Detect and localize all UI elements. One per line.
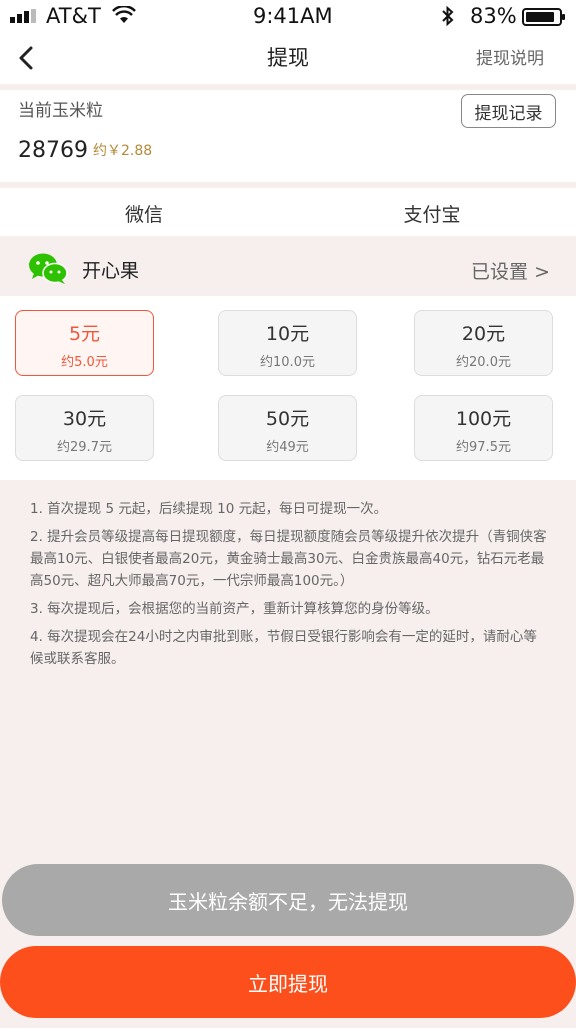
wechat-icon [29, 253, 68, 284]
amount-option-100[interactable]: 100元 约97.5元 [414, 395, 553, 461]
insufficient-balance-button[interactable]: 玉米粒余额不足，无法提现 [2, 864, 574, 936]
nav-bar: 提现 提现说明 [0, 34, 576, 84]
rule-text: 4. 每次提现会在24小时之内审批到账，节假日受银行影响会有一定的延时，请耐心等… [30, 629, 537, 667]
signal-icon [10, 9, 36, 23]
amount-value: 100元 [455, 408, 512, 430]
account-status: 已设置 > [471, 261, 550, 283]
carrier-label: AT&T [46, 4, 101, 28]
withdraw-now-button[interactable]: 立即提现 [0, 946, 576, 1018]
amount-option-5[interactable]: 5元 约5.0元 [15, 310, 154, 376]
battery-icon [522, 8, 565, 26]
payment-tabs: 微信 支付宝 [0, 188, 576, 236]
amount-approx: 约29.7元 [57, 440, 112, 455]
amount-option-50[interactable]: 50元 约49元 [218, 395, 357, 461]
balance-card: 当前玉米粒 28769 约￥2.88 提现记录 [0, 90, 576, 182]
balance-approx: 约￥2.88 [93, 143, 153, 159]
account-name: 开心果 [82, 260, 140, 282]
amount-option-10[interactable]: 10元 约10.0元 [218, 310, 357, 376]
amount-value: 5元 [68, 323, 101, 345]
withdraw-records-button[interactable]: 提现记录 [461, 94, 556, 128]
withdraw-rules: 1. 首次提现 5 元起，后续提现 10 元起，每日可提现一次。 2. 提升会员… [30, 498, 550, 676]
amount-approx: 约20.0元 [456, 355, 511, 370]
clock: 9:41AM [253, 4, 333, 28]
battery-percent: 83% [470, 4, 517, 28]
balance-label: 当前玉米粒 [18, 101, 103, 121]
amount-approx: 约97.5元 [456, 440, 511, 455]
amount-value: 50元 [265, 408, 310, 430]
status-bar: AT&T 9:41AM 83% [0, 0, 576, 34]
tab-alipay[interactable]: 支付宝 [288, 200, 576, 227]
amount-option-30[interactable]: 30元 约29.7元 [15, 395, 154, 461]
withdraw-help-link[interactable]: 提现说明 [476, 44, 544, 69]
amount-value: 30元 [62, 408, 107, 430]
amount-approx: 约10.0元 [260, 355, 315, 370]
account-row[interactable]: 开心果 已设置 > [0, 238, 576, 296]
rule-text: 1. 首次提现 5 元起，后续提现 10 元起，每日可提现一次。 [30, 501, 388, 517]
amount-grid: 5元 约5.0元 10元 约10.0元 20元 约20.0元 30元 约29.7… [0, 296, 576, 480]
amount-approx: 约5.0元 [61, 355, 108, 370]
wifi-icon [112, 6, 136, 23]
rule-text: 2. 提升会员等级提高每日提现额度，每日提现额度随会员等级提升依次提升（青铜侠客… [30, 529, 547, 589]
balance-value: 28769 [18, 138, 88, 163]
amount-value: 10元 [265, 323, 310, 345]
amount-option-20[interactable]: 20元 约20.0元 [414, 310, 553, 376]
rule-text: 3. 每次提现后，会根据您的当前资产，重新计算核算您的身份等级。 [30, 601, 439, 617]
bluetooth-icon [442, 5, 454, 27]
amount-value: 20元 [461, 323, 506, 345]
tab-wechat[interactable]: 微信 [0, 200, 288, 227]
amount-approx: 约49元 [266, 440, 309, 455]
